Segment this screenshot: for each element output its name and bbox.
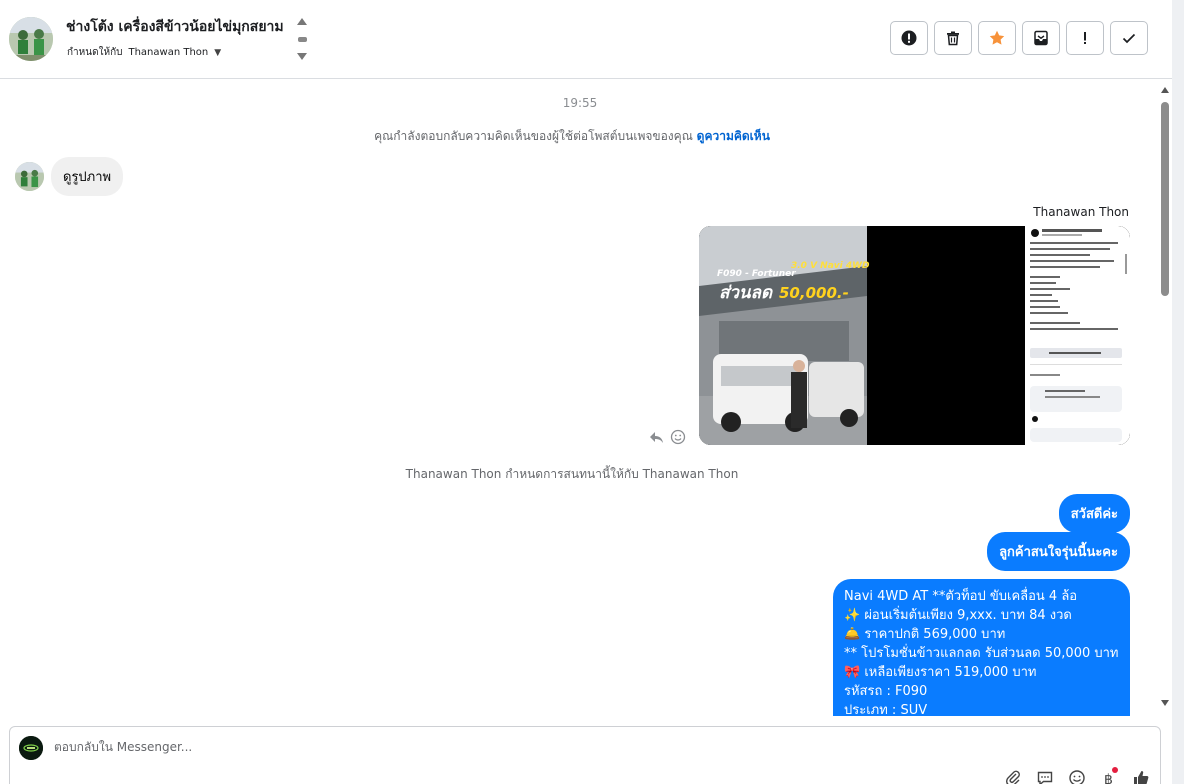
- detail-line: 🎀 เหลือเพียงราคา 519,000 บาท: [844, 665, 1037, 680]
- thread-scrollbar[interactable]: [1158, 80, 1172, 716]
- media-spec-label: 3.0 V Navi 4WD: [791, 261, 870, 271]
- delete-button[interactable]: [934, 21, 972, 55]
- assignee-name: Thanawan Thon: [128, 47, 209, 58]
- archive-button[interactable]: [1022, 21, 1060, 55]
- alert-circle-icon: [901, 30, 917, 46]
- handle-icon: [297, 36, 307, 42]
- assignee-dropdown[interactable]: กำหนดให้กับ Thanawan Thon ▼: [67, 45, 221, 60]
- archive-icon: [1034, 30, 1048, 46]
- window-edge: [1172, 0, 1184, 784]
- detail-line: Navi 4WD AT **ตัวท็อป ขับเคลื่อน 4 ล้อ: [844, 589, 1078, 604]
- incoming-message[interactable]: ดูรูปภาพ: [51, 157, 124, 196]
- detail-line: ประเภท : SUV: [844, 703, 928, 716]
- notice-text: คุณกำลังตอบกลับความคิดเห็นของผู้ใช้ต่อโพ…: [374, 129, 693, 143]
- attach-icon[interactable]: [1004, 769, 1022, 784]
- like-icon[interactable]: [1132, 769, 1150, 784]
- trash-icon: [947, 31, 959, 46]
- comment-reply-notice: คุณกำลังตอบกลับความคิดเห็นของผู้ใช้ต่อโพ…: [0, 127, 1144, 146]
- reply-composer[interactable]: ตอบกลับใน Messenger... ฿: [9, 726, 1161, 784]
- header-actions: [890, 21, 1148, 55]
- report-spam-button[interactable]: [890, 21, 928, 55]
- view-comment-link[interactable]: ดูความคิดเห็น: [697, 129, 770, 143]
- contact-avatar-small: [15, 162, 44, 191]
- notification-dot: [1112, 767, 1118, 773]
- contact-name[interactable]: ช่างโต้ง เครื่องสีข้าวน้อยไข่มุกสยาม: [66, 16, 284, 38]
- scroll-thumb[interactable]: [1161, 102, 1169, 296]
- exclamation-icon: [1084, 32, 1086, 44]
- outgoing-message-details[interactable]: Navi 4WD AT **ตัวท็อป ขับเคลื่อน 4 ล้อ ✨…: [833, 579, 1130, 716]
- scroll-down-icon[interactable]: [1161, 700, 1169, 706]
- done-button[interactable]: [1110, 21, 1148, 55]
- react-emoji-icon[interactable]: [670, 429, 686, 445]
- previous-conversation-icon[interactable]: [297, 18, 307, 25]
- message-thread[interactable]: 19:55 คุณกำลังตอบกลับความคิดเห็นของผู้ใช…: [0, 80, 1158, 716]
- next-conversation-icon[interactable]: [297, 53, 307, 60]
- sender-name: Thanawan Thon: [1033, 205, 1129, 219]
- message-timestamp: 19:55: [562, 96, 598, 110]
- conversation-nav[interactable]: [296, 18, 308, 60]
- media-discount-label: ส่วนลด: [719, 283, 773, 303]
- scroll-up-icon[interactable]: [1161, 87, 1169, 93]
- assign-prefix: กำหนดให้กับ: [67, 47, 123, 58]
- star-icon: [989, 30, 1005, 45]
- detail-line: 🛎️ ราคาปกติ 569,000 บาท: [844, 627, 1006, 642]
- reply-input[interactable]: ตอบกลับใน Messenger...: [54, 738, 192, 757]
- detail-line: ✨ ผ่อนเริ่มต้นเพียง 9,xxx. บาท 84 งวด: [844, 608, 1072, 623]
- check-icon: [1122, 33, 1136, 44]
- media-model-label: F090 - Fortuner: [717, 269, 796, 279]
- shared-image[interactable]: F090 - Fortuner 3.0 V Navi 4WD ส่วนลด 50…: [699, 226, 1130, 445]
- detail-line: ** โปรโมชั่นข้าวแลกลด รับส่วนลด 50,000 บ…: [844, 646, 1119, 661]
- conversation-header: ช่างโต้ง เครื่องสีข้าวน้อยไข่มุกสยาม กำห…: [0, 0, 1172, 79]
- page-avatar: [19, 736, 43, 760]
- outgoing-message[interactable]: สวัสดีค่ะ: [1058, 494, 1130, 533]
- media-discount-amount: 50,000.-: [779, 284, 849, 302]
- emoji-icon[interactable]: [1068, 769, 1086, 784]
- assignment-event: Thanawan Thon กำหนดการสนทนานี้ให้กับ Tha…: [405, 467, 739, 481]
- composer-tools: ฿: [1004, 767, 1150, 784]
- caret-down-icon: ▼: [214, 47, 222, 58]
- message-actions: [648, 429, 686, 445]
- reply-icon[interactable]: [648, 429, 664, 445]
- star-button[interactable]: [978, 21, 1016, 55]
- currency-button[interactable]: ฿: [1100, 767, 1118, 784]
- outgoing-message[interactable]: ลูกค้าสนใจรุ่นนี้นะคะ: [987, 532, 1130, 571]
- mark-important-button[interactable]: [1066, 21, 1104, 55]
- saved-replies-icon[interactable]: [1036, 769, 1054, 784]
- svg-text:฿: ฿: [1104, 772, 1113, 784]
- detail-line: รหัสรถ : F090: [844, 684, 928, 699]
- contact-avatar[interactable]: [9, 17, 53, 61]
